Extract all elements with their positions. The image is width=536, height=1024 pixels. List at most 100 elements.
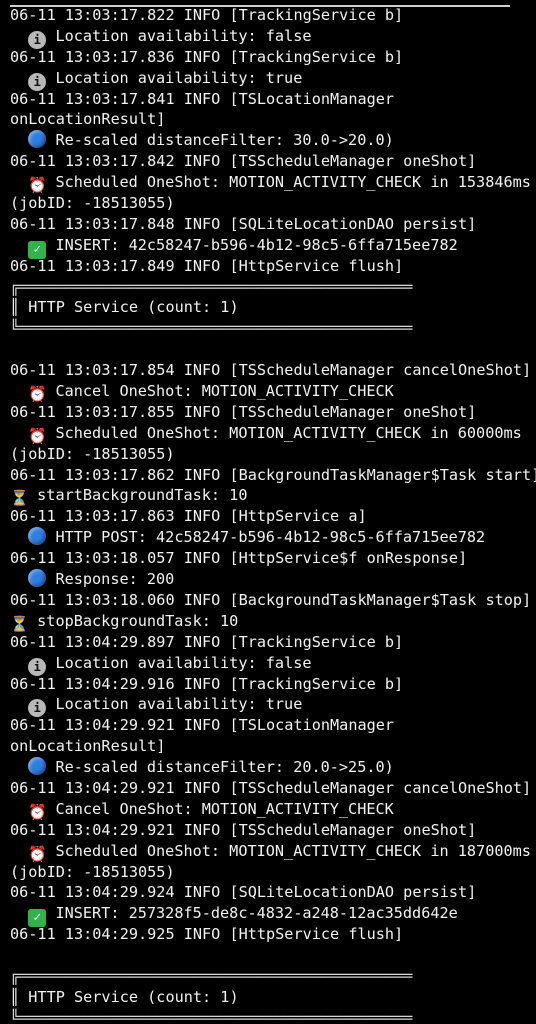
- log-text: 06-11 13:04:29.916 INFO [TrackingService…: [10, 674, 404, 693]
- log-line: 06-11 13:03:17.863 INFO [HttpService a]: [0, 506, 536, 527]
- log-message-line: ✓ INSERT: 42c58247-b596-4b12-98c5-6ffa71…: [0, 235, 536, 259]
- log-text: ║ HTTP Service (count: 1): [10, 987, 239, 1006]
- box-top-border: ╔═══════════════════════════════════════…: [10, 277, 413, 296]
- alarm-clock-icon: ⏰: [28, 844, 47, 863]
- log-message-line: i Location availability: true: [0, 694, 536, 718]
- log-text: 06-11 13:03:18.057 INFO [HttpService$f o…: [10, 549, 468, 568]
- log-line: 06-11 13:03:17.836 INFO [TrackingService…: [0, 47, 536, 68]
- log-text: 06-11 13:03:18.060 INFO [BackgroundTaskM…: [10, 590, 532, 609]
- alarm-clock-icon: ⏰: [28, 385, 47, 404]
- log-message-text: Cancel OneShot: MOTION_ACTIVITY_CHECK: [55, 799, 394, 818]
- log-message-text: Location availability: false: [55, 653, 312, 672]
- log-text: 06-11 13:03:17.848 INFO [SQLiteLocationD…: [10, 214, 477, 233]
- log-lines: 06-11 13:03:17.822 INFO [TrackingService…: [0, 5, 536, 1024]
- log-message-line: ⏳ stopBackgroundTask: 10: [0, 611, 536, 633]
- alarm-clock-icon: ⏰: [28, 802, 47, 821]
- log-message-text: INSERT: 257328f5-de8c-4832-a248-12ac35dd…: [55, 904, 458, 923]
- log-line: 06-11 13:04:29.924 INFO [SQLiteLocationD…: [0, 882, 536, 903]
- log-message-line: Response: 200: [0, 569, 536, 590]
- log-message-text: Scheduled OneShot: MOTION_ACTIVITY_CHECK…: [55, 841, 531, 860]
- log-message-line: ⏰ Scheduled OneShot: MOTION_ACTIVITY_CHE…: [0, 841, 536, 863]
- log-line: (jobID: -18513055): [0, 444, 536, 465]
- log-message-line: ⏰ Cancel OneShot: MOTION_ACTIVITY_CHECK: [0, 799, 536, 821]
- box-bottom-border: ╚═══════════════════════════════════════…: [10, 1008, 413, 1024]
- info-icon: i: [28, 72, 47, 91]
- log-message-text: INSERT: 42c58247-b596-4b12-98c5-6ffa715e…: [55, 235, 458, 254]
- log-message-text: Location availability: false: [55, 26, 312, 45]
- log-line: 06-11 13:04:29.921 INFO [TSLocationManag…: [0, 715, 536, 736]
- log-message-line: i Location availability: true: [0, 68, 536, 91]
- log-text: 06-11 13:04:29.925 INFO [HttpService flu…: [10, 925, 404, 944]
- log-text: 06-11 13:03:17.863 INFO [HttpService a]: [10, 507, 367, 526]
- log-text: 06-11 13:03:17.855 INFO [TSScheduleManag…: [10, 402, 477, 421]
- log-line: (jobID: -18513055): [0, 193, 536, 214]
- log-line: onLocationResult]: [0, 109, 536, 130]
- log-message-text: Scheduled OneShot: MOTION_ACTIVITY_CHECK…: [55, 173, 531, 192]
- log-text: 06-11 13:03:17.862 INFO [BackgroundTaskM…: [10, 465, 536, 484]
- blue-circle-icon: [28, 757, 47, 776]
- top-border-rule: [10, 0, 510, 7]
- log-line: ║ HTTP Service (count: 1): [0, 297, 536, 318]
- log-text: 06-11 13:04:29.924 INFO [SQLiteLocationD…: [10, 883, 477, 902]
- log-line: 06-11 13:03:18.057 INFO [HttpService$f o…: [0, 548, 536, 569]
- log-line: 06-11 13:04:29.925 INFO [HttpService flu…: [0, 924, 536, 945]
- log-line: ║ HTTP Service (count: 1): [0, 987, 536, 1008]
- log-message-line: HTTP POST: 42c58247-b596-4b12-98c5-6ffa7…: [0, 527, 536, 548]
- log-text: onLocationResult]: [10, 110, 166, 129]
- log-line: 06-11 13:03:17.855 INFO [TSScheduleManag…: [0, 402, 536, 423]
- log-message-text: Scheduled OneShot: MOTION_ACTIVITY_CHECK…: [55, 423, 522, 442]
- log-line: 06-11 13:04:29.921 INFO [TSScheduleManag…: [0, 820, 536, 841]
- log-message-text: stopBackgroundTask: 10: [37, 611, 239, 630]
- log-message-text: Location availability: true: [55, 695, 303, 714]
- log-line: 06-11 13:03:17.862 INFO [BackgroundTaskM…: [0, 465, 536, 486]
- log-text: 06-11 13:04:29.921 INFO [TSScheduleManag…: [10, 820, 477, 839]
- log-message-text: startBackgroundTask: 10: [37, 486, 248, 505]
- log-line: 06-11 13:03:17.822 INFO [TrackingService…: [0, 5, 536, 26]
- terminal-log-view[interactable]: 06-11 13:03:17.822 INFO [TrackingService…: [0, 0, 536, 1024]
- log-text: 06-11 13:03:17.849 INFO [HttpService flu…: [10, 256, 404, 275]
- log-message-text: Re-scaled distanceFilter: 20.0->25.0): [55, 758, 394, 777]
- log-line: 06-11 13:04:29.916 INFO [TrackingService…: [0, 674, 536, 695]
- log-text: 06-11 13:03:17.842 INFO [TSScheduleManag…: [10, 152, 477, 171]
- log-text: ║ HTTP Service (count: 1): [10, 298, 239, 317]
- alarm-clock-icon: ⏰: [28, 176, 47, 195]
- log-message-line: Re-scaled distanceFilter: 20.0->25.0): [0, 757, 536, 778]
- log-line: 06-11 13:03:18.060 INFO [BackgroundTaskM…: [0, 590, 536, 611]
- log-message-text: Location availability: true: [55, 68, 303, 87]
- log-message-text: Re-scaled distanceFilter: 30.0->20.0): [55, 131, 394, 150]
- log-text: (jobID: -18513055): [10, 862, 175, 881]
- log-line: (jobID: -18513055): [0, 862, 536, 883]
- log-line: 06-11 13:03:17.842 INFO [TSScheduleManag…: [0, 151, 536, 172]
- log-message-line: ⏰ Scheduled OneShot: MOTION_ACTIVITY_CHE…: [0, 423, 536, 445]
- log-message-line: i Location availability: false: [0, 26, 536, 49]
- log-message-text: Response: 200: [55, 570, 175, 589]
- hourglass-icon: ⏳: [10, 614, 29, 633]
- log-message-line: Re-scaled distanceFilter: 30.0->20.0): [0, 130, 536, 151]
- log-message-line: ✓ INSERT: 257328f5-de8c-4832-a248-12ac35…: [0, 903, 536, 928]
- log-message-line: ⏰ Cancel OneShot: MOTION_ACTIVITY_CHECK: [0, 381, 536, 404]
- blue-circle-icon: [28, 527, 47, 546]
- box-bottom-border: ╚═══════════════════════════════════════…: [10, 319, 413, 338]
- log-text: 06-11 13:04:29.921 INFO [TSLocationManag…: [10, 716, 395, 735]
- log-text: (jobID: -18513055): [10, 194, 175, 213]
- log-text: 06-11 13:03:17.836 INFO [TrackingService…: [10, 47, 404, 66]
- alarm-clock-icon: ⏰: [28, 426, 47, 445]
- log-text: 06-11 13:03:17.841 INFO [TSLocationManag…: [10, 89, 395, 108]
- log-line: 06-11 13:04:29.921 INFO [TSScheduleManag…: [0, 778, 536, 799]
- blue-circle-icon: [28, 130, 47, 149]
- log-text: (jobID: -18513055): [10, 444, 175, 463]
- log-text: onLocationResult]: [10, 737, 166, 756]
- log-line: onLocationResult]: [0, 736, 536, 757]
- log-text: 06-11 13:03:17.822 INFO [TrackingService…: [10, 6, 404, 24]
- blue-circle-icon: [28, 569, 47, 588]
- log-text: 06-11 13:03:17.854 INFO [TSScheduleManag…: [10, 361, 532, 380]
- log-text: 06-11 13:04:29.897 INFO [TrackingService…: [10, 632, 404, 651]
- log-line: 06-11 13:03:17.854 INFO [TSScheduleManag…: [0, 360, 536, 381]
- log-message-line: ⏰ Scheduled OneShot: MOTION_ACTIVITY_CHE…: [0, 172, 536, 195]
- log-line: 06-11 13:03:17.841 INFO [TSLocationManag…: [0, 89, 536, 110]
- info-icon: i: [28, 657, 47, 676]
- log-message-text: HTTP POST: 42c58247-b596-4b12-98c5-6ffa7…: [55, 528, 486, 547]
- log-line: 06-11 13:04:29.897 INFO [TrackingService…: [0, 632, 536, 653]
